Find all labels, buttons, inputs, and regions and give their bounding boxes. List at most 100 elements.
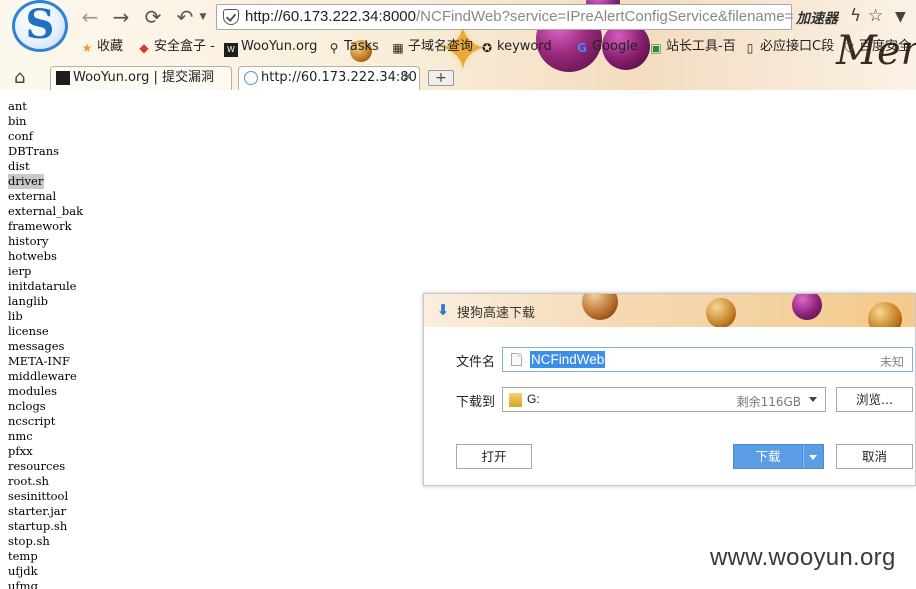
- list-item-label[interactable]: messages: [8, 339, 65, 354]
- chevron-down-icon[interactable]: [809, 397, 817, 402]
- download-button[interactable]: 下载: [733, 444, 803, 469]
- list-item[interactable]: dist: [8, 159, 84, 174]
- cancel-button[interactable]: 取消: [836, 444, 913, 469]
- list-item[interactable]: langlib: [8, 294, 84, 309]
- list-item-label[interactable]: startup.sh: [8, 519, 68, 534]
- list-item[interactable]: ncscript: [8, 414, 84, 429]
- list-item[interactable]: ufjdk: [8, 564, 84, 579]
- list-item-label[interactable]: stop.sh: [8, 534, 51, 549]
- filename-input[interactable]: NCFindWeb 未知: [502, 347, 913, 372]
- bookmark-item[interactable]: ⚲ Tasks: [327, 38, 379, 56]
- forward-icon[interactable]: →: [110, 6, 132, 28]
- list-item-label[interactable]: ant: [8, 99, 28, 114]
- home-icon[interactable]: ⌂: [14, 67, 25, 88]
- bookmark-item[interactable]: ⛉ 百度安全: [842, 38, 911, 56]
- list-item-label[interactable]: nclogs: [8, 399, 47, 414]
- bookmark-item[interactable]: ✪ keyword: [480, 38, 552, 56]
- accelerator-label[interactable]: 加速器: [796, 8, 838, 28]
- list-item-label[interactable]: external_bak: [8, 204, 84, 219]
- list-item[interactable]: external_bak: [8, 204, 84, 219]
- list-item-label[interactable]: temp: [8, 549, 39, 564]
- list-item[interactable]: initdatarule: [8, 279, 84, 294]
- address-bar[interactable]: http://60.173.222.34:8000/NCFindWeb?serv…: [216, 4, 793, 30]
- download-options-chevron-icon[interactable]: [803, 444, 824, 469]
- list-item-label[interactable]: langlib: [8, 294, 49, 309]
- list-item[interactable]: starter.jar: [8, 504, 84, 519]
- tab-wooyun[interactable]: WooYun.org | 提交漏洞: [50, 66, 232, 90]
- list-item[interactable]: bin: [8, 114, 84, 129]
- list-item-label[interactable]: framework: [8, 219, 73, 234]
- list-item[interactable]: conf: [8, 129, 84, 144]
- list-item[interactable]: stop.sh: [8, 534, 84, 549]
- list-item[interactable]: ufmq: [8, 579, 84, 589]
- list-item-label[interactable]: bin: [8, 114, 27, 129]
- bookmark-item[interactable]: ▦ 子域名查询: [391, 38, 473, 56]
- close-tab-icon[interactable]: ✕: [402, 67, 413, 89]
- reload-icon[interactable]: ⟳: [142, 6, 164, 28]
- list-item[interactable]: temp: [8, 549, 84, 564]
- list-item-label[interactable]: history: [8, 234, 50, 249]
- saveto-select[interactable]: G: 剩余116GB: [502, 387, 826, 412]
- list-item[interactable]: nmc: [8, 429, 84, 444]
- list-item-label[interactable]: ufjdk: [8, 564, 39, 579]
- browse-button[interactable]: 浏览...: [836, 387, 913, 412]
- list-item-label[interactable]: driver: [8, 174, 45, 189]
- address-url[interactable]: http://60.173.222.34:8000/NCFindWeb?serv…: [245, 8, 793, 26]
- bookmark-item[interactable]: ▣ 站长工具-百: [649, 38, 735, 56]
- list-item-label[interactable]: ncscript: [8, 414, 56, 429]
- list-item[interactable]: sesinittool: [8, 489, 84, 504]
- list-item[interactable]: messages: [8, 339, 84, 354]
- list-item[interactable]: ant: [8, 99, 84, 114]
- list-item-label[interactable]: sesinittool: [8, 489, 69, 504]
- dialog-titlebar[interactable]: ⬇ 搜狗高速下载: [424, 294, 915, 327]
- undo-icon[interactable]: ↶: [174, 6, 196, 28]
- bookmark-item[interactable]: ▯ 必应接口C段: [743, 38, 834, 56]
- list-item-label[interactable]: nmc: [8, 429, 34, 444]
- list-item[interactable]: license: [8, 324, 84, 339]
- list-item-label[interactable]: root.sh: [8, 474, 50, 489]
- list-item-label[interactable]: pfxx: [8, 444, 34, 459]
- tab-current[interactable]: http://60.173.222.34:80 ✕: [238, 66, 420, 90]
- list-item-label[interactable]: ierp: [8, 264, 32, 279]
- list-item-label[interactable]: external: [8, 189, 57, 204]
- list-item[interactable]: DBTrans: [8, 144, 84, 159]
- favorite-star-icon[interactable]: ☆: [868, 6, 883, 26]
- bookmark-item[interactable]: G Google: [575, 38, 638, 56]
- list-item-label[interactable]: initdatarule: [8, 279, 77, 294]
- filename-value[interactable]: NCFindWeb: [530, 351, 606, 368]
- list-item[interactable]: META-INF: [8, 354, 84, 369]
- list-item[interactable]: hotwebs: [8, 249, 84, 264]
- list-item-label[interactable]: conf: [8, 129, 34, 144]
- list-item[interactable]: lib: [8, 309, 84, 324]
- list-item-label[interactable]: lib: [8, 309, 24, 324]
- list-item-label[interactable]: starter.jar: [8, 504, 67, 519]
- list-item[interactable]: framework: [8, 219, 84, 234]
- open-button[interactable]: 打开: [456, 444, 532, 469]
- bookmark-favorites[interactable]: ★ 收藏: [80, 38, 123, 56]
- sogou-browser-logo[interactable]: S: [12, 0, 68, 52]
- list-item[interactable]: startup.sh: [8, 519, 84, 534]
- list-item-label[interactable]: hotwebs: [8, 249, 58, 264]
- list-item[interactable]: root.sh: [8, 474, 84, 489]
- list-item-label[interactable]: META-INF: [8, 354, 71, 369]
- back-icon[interactable]: ←: [79, 6, 101, 28]
- list-item[interactable]: external: [8, 189, 84, 204]
- bookmark-item[interactable]: ◆ 安全盒子 -: [137, 38, 214, 56]
- undo-dropdown-icon[interactable]: ▼: [197, 6, 209, 28]
- list-item-label[interactable]: dist: [8, 159, 31, 174]
- list-item-label[interactable]: DBTrans: [8, 144, 60, 159]
- lightning-icon[interactable]: ϟ: [850, 6, 861, 26]
- new-tab-button[interactable]: +: [428, 70, 454, 86]
- bookmark-item[interactable]: W WooYun.org: [224, 38, 317, 57]
- list-item-label[interactable]: license: [8, 324, 50, 339]
- list-item[interactable]: pfxx: [8, 444, 84, 459]
- list-item-label[interactable]: resources: [8, 459, 66, 474]
- list-item[interactable]: history: [8, 234, 84, 249]
- menu-chevron-icon[interactable]: ▼: [895, 9, 906, 25]
- list-item-label[interactable]: middleware: [8, 369, 78, 384]
- list-item[interactable]: resources: [8, 459, 84, 474]
- list-item[interactable]: middleware: [8, 369, 84, 384]
- list-item-label[interactable]: ufmq: [8, 579, 39, 589]
- list-item[interactable]: nclogs: [8, 399, 84, 414]
- list-item[interactable]: ierp: [8, 264, 84, 279]
